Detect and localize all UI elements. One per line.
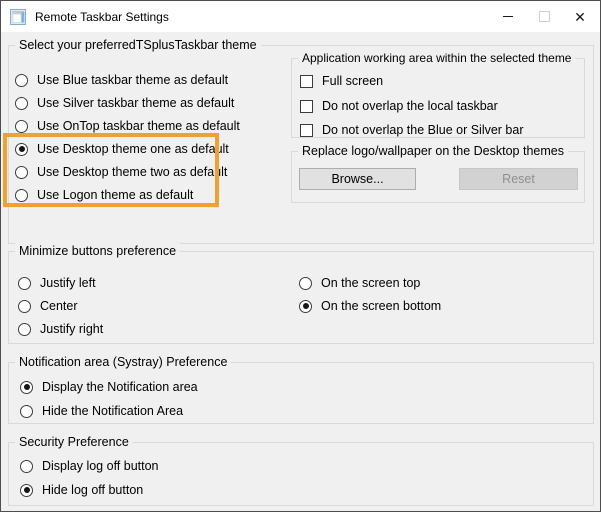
radio-label: Use Logon theme as default xyxy=(37,188,194,202)
group-minimize-preference: Minimize buttons preference Justify left… xyxy=(8,243,594,344)
checkbox-icon xyxy=(300,74,313,88)
radio-label: Display log off button xyxy=(42,459,159,473)
radio-label: Use Silver taskbar theme as default xyxy=(37,96,235,110)
radio-display-notification-area[interactable]: Display the Notification area xyxy=(20,377,198,397)
radio-icon xyxy=(15,73,28,87)
radio-justify-right[interactable]: Justify right xyxy=(18,319,103,339)
radio-icon xyxy=(20,483,33,497)
radio-label: Use Desktop theme one as default xyxy=(37,142,229,156)
radio-icon xyxy=(20,404,33,418)
radio-display-logoff-button[interactable]: Display log off button xyxy=(20,456,159,476)
close-button[interactable]: ✕ xyxy=(562,1,598,32)
radio-center[interactable]: Center xyxy=(18,296,78,316)
checkbox-icon xyxy=(300,99,313,113)
radio-icon xyxy=(18,322,31,336)
group-working-area-label: Application working area within the sele… xyxy=(298,50,576,66)
group-minimize-preference-label: Minimize buttons preference xyxy=(15,243,181,259)
titlebar: Remote Taskbar Settings ✕ xyxy=(1,1,600,32)
radio-label: On the screen top xyxy=(321,276,421,290)
checkbox-no-overlap-local-taskbar[interactable]: Do not overlap the local taskbar xyxy=(300,96,498,116)
group-replace-logo: Replace logo/wallpaper on the Desktop th… xyxy=(291,143,585,203)
radio-icon xyxy=(299,276,312,290)
checkbox-label: Do not overlap the Blue or Silver bar xyxy=(322,123,524,137)
radio-use-desktop-theme-one[interactable]: Use Desktop theme one as default xyxy=(15,139,229,159)
radio-label: Use Blue taskbar theme as default xyxy=(37,73,229,87)
checkbox-label: Full screen xyxy=(322,74,384,88)
group-theme-selection-label: Select your preferredTSplusTaskbar theme xyxy=(15,37,261,53)
radio-screen-bottom[interactable]: On the screen bottom xyxy=(299,296,441,316)
radio-screen-top[interactable]: On the screen top xyxy=(299,273,420,293)
radio-label: Display the Notification area xyxy=(42,380,198,394)
radio-icon xyxy=(15,96,28,110)
checkbox-no-overlap-blue-silver-bar[interactable]: Do not overlap the Blue or Silver bar xyxy=(300,120,524,140)
radio-use-silver-theme[interactable]: Use Silver taskbar theme as default xyxy=(15,93,234,113)
minimize-icon xyxy=(503,16,513,17)
radio-use-desktop-theme-two[interactable]: Use Desktop theme two as default xyxy=(15,162,227,182)
maximize-button[interactable] xyxy=(526,1,562,32)
radio-icon xyxy=(299,299,312,313)
radio-justify-left[interactable]: Justify left xyxy=(18,273,96,293)
window-title: Remote Taskbar Settings xyxy=(35,9,169,24)
group-working-area: Application working area within the sele… xyxy=(291,50,585,140)
group-notification-preference: Notification area (Systray) Preference D… xyxy=(8,354,594,424)
radio-label: Hide log off button xyxy=(42,483,144,497)
close-icon: ✕ xyxy=(574,8,586,25)
radio-label: Use Desktop theme two as default xyxy=(37,165,228,179)
radio-label: On the screen bottom xyxy=(321,299,442,313)
app-window-icon[interactable] xyxy=(10,8,26,25)
radio-icon xyxy=(20,459,33,473)
remote-taskbar-settings-window: Remote Taskbar Settings ✕ Select your pr… xyxy=(0,0,601,512)
minimize-button[interactable] xyxy=(490,1,526,32)
radio-icon xyxy=(20,380,33,394)
radio-use-logon-theme[interactable]: Use Logon theme as default xyxy=(15,185,193,205)
radio-hide-notification-area[interactable]: Hide the Notification Area xyxy=(20,401,183,421)
group-notification-preference-label: Notification area (Systray) Preference xyxy=(15,354,232,370)
radio-label: Center xyxy=(40,299,78,313)
radio-label: Justify right xyxy=(40,322,104,336)
radio-icon xyxy=(15,119,28,133)
radio-label: Use OnTop taskbar theme as default xyxy=(37,119,240,133)
checkbox-icon xyxy=(300,123,313,137)
checkbox-label: Do not overlap the local taskbar xyxy=(322,99,498,113)
group-security-preference-label: Security Preference xyxy=(15,434,133,450)
radio-use-ontop-theme[interactable]: Use OnTop taskbar theme as default xyxy=(15,116,240,136)
radio-icon xyxy=(15,142,28,156)
group-security-preference: Security Preference Display log off butt… xyxy=(8,434,594,506)
radio-icon xyxy=(18,276,31,290)
browse-button[interactable]: Browse... xyxy=(299,168,416,190)
group-replace-logo-label: Replace logo/wallpaper on the Desktop th… xyxy=(298,143,568,159)
maximize-icon xyxy=(538,11,550,22)
radio-icon xyxy=(18,299,31,313)
radio-use-blue-theme[interactable]: Use Blue taskbar theme as default xyxy=(15,70,228,90)
caption-buttons: ✕ xyxy=(490,1,598,32)
reset-button[interactable]: Reset xyxy=(459,168,578,190)
radio-icon xyxy=(15,165,28,179)
checkbox-full-screen[interactable]: Full screen xyxy=(300,71,383,91)
radio-icon xyxy=(15,188,28,202)
radio-hide-logoff-button[interactable]: Hide log off button xyxy=(20,480,143,500)
radio-label: Hide the Notification Area xyxy=(42,404,184,418)
radio-label: Justify left xyxy=(40,276,96,290)
